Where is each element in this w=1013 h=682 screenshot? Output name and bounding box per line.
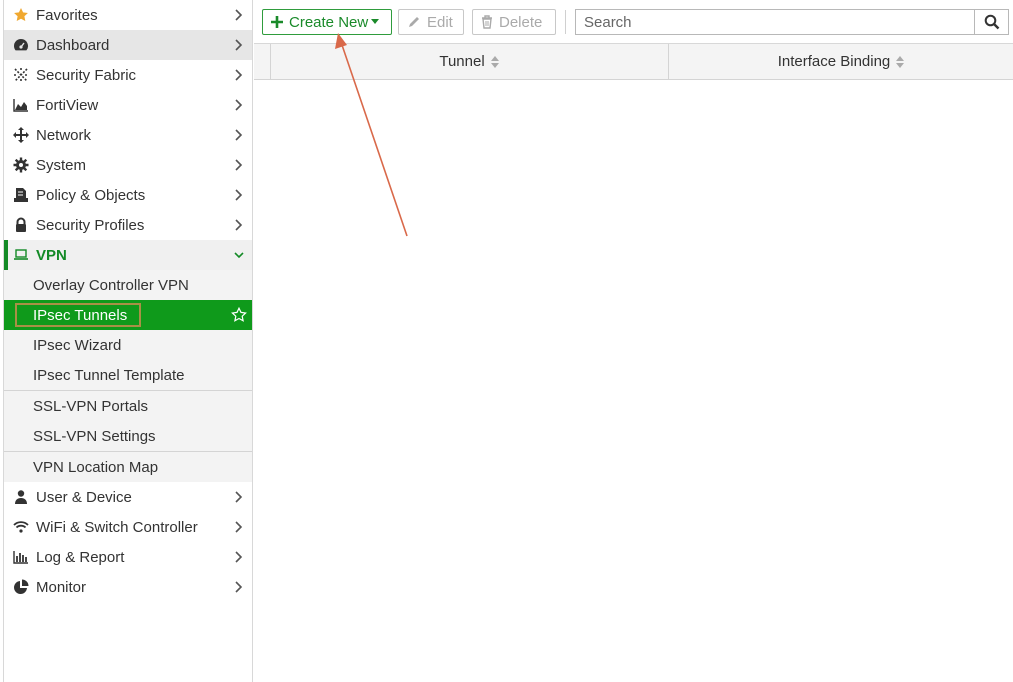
sidebar-subitem-label: VPN Location Map [33, 458, 159, 476]
sidebar-subitem-ssl-vpn-portals[interactable]: SSL-VPN Portals [4, 391, 252, 421]
lock-icon [12, 216, 30, 234]
column-header-interface-binding[interactable]: Interface Binding [670, 44, 1013, 79]
search-input[interactable] [576, 10, 974, 34]
sidebar-item-label: FortiView [36, 96, 99, 114]
dashboard-icon [12, 36, 30, 54]
sidebar-item-favorites[interactable]: Favorites [4, 0, 252, 30]
chevron-right-icon [235, 9, 243, 21]
sidebar-subitem-label: IPsec Tunnel Template [33, 366, 185, 384]
toolbar-divider [565, 10, 566, 34]
sidebar-subitem-label: SSL-VPN Settings [33, 427, 156, 445]
sidebar-subitem-ssl-vpn-settings[interactable]: SSL-VPN Settings [4, 421, 252, 451]
security-fabric-icon [12, 66, 30, 84]
sidebar-item-label: Dashboard [36, 36, 110, 54]
sidebar-subitem-vpn-location-map[interactable]: VPN Location Map [4, 452, 252, 482]
laptop-icon [12, 246, 30, 264]
sidebar-item-wifi-switch-controller[interactable]: WiFi & Switch Controller [4, 512, 252, 542]
sidebar-item-label: Security Fabric [36, 66, 137, 84]
column-header-label: Tunnel [439, 53, 485, 70]
sidebar-subitem-label: Overlay Controller VPN [33, 276, 189, 294]
sidebar-item-label: WiFi & Switch Controller [36, 518, 198, 536]
select-column-header[interactable] [254, 44, 271, 79]
gear-icon [12, 156, 30, 174]
network-arrows-icon [12, 126, 30, 144]
user-icon [12, 488, 30, 506]
chevron-right-icon [235, 69, 243, 81]
sidebar-item-security-profiles[interactable]: Security Profiles [4, 210, 252, 240]
wifi-icon [12, 518, 30, 536]
highlight-box [15, 303, 141, 327]
toolbar: Create New Edit Delete [254, 0, 1013, 44]
active-section-indicator [4, 240, 8, 270]
sidebar-item-label: User & Device [36, 488, 132, 506]
sidebar-subitem-overlay-controller-vpn[interactable]: Overlay Controller VPN [4, 270, 252, 300]
edit-label: Edit [427, 13, 453, 31]
sidebar-item-label: Policy & Objects [36, 186, 146, 204]
bar-chart-icon [12, 548, 30, 566]
chevron-right-icon [235, 129, 243, 141]
sidebar-item-monitor[interactable]: Monitor [4, 572, 252, 602]
sidebar-item-dashboard[interactable]: Dashboard [4, 30, 252, 60]
caret-down-icon [371, 19, 380, 25]
sidebar-subitem-ipsec-tunnels[interactable]: IPsec Tunnels [4, 300, 252, 330]
sidebar: Favorites Dashboard Security Fabric Fort… [3, 0, 253, 682]
chevron-right-icon [235, 99, 243, 111]
sidebar-item-security-fabric[interactable]: Security Fabric [4, 60, 252, 90]
chevron-right-icon [235, 39, 243, 51]
chevron-right-icon [235, 551, 243, 563]
sidebar-item-system[interactable]: System [4, 150, 252, 180]
sidebar-item-label: Network [36, 126, 92, 144]
sidebar-item-network[interactable]: Network [4, 120, 252, 150]
pencil-icon [407, 15, 421, 29]
chevron-right-icon [235, 491, 243, 503]
sidebar-subitem-label: SSL-VPN Portals [33, 397, 149, 415]
sidebar-item-fortiview[interactable]: FortiView [4, 90, 252, 120]
chevron-right-icon [235, 581, 243, 593]
sidebar-item-label: System [36, 156, 87, 174]
column-header-tunnel[interactable]: Tunnel [271, 44, 669, 79]
search-icon [984, 14, 999, 30]
sidebar-subitem-ipsec-wizard[interactable]: IPsec Wizard [4, 330, 252, 360]
sort-icon [490, 55, 500, 69]
chevron-right-icon [235, 521, 243, 533]
delete-label: Delete [499, 13, 543, 31]
area-chart-icon [12, 96, 30, 114]
trash-icon [481, 15, 493, 29]
sidebar-item-policy-objects[interactable]: Policy & Objects [4, 180, 252, 210]
sidebar-item-label: VPN [36, 246, 67, 264]
pie-chart-icon [12, 578, 30, 596]
table-header: Tunnel Interface Binding [254, 44, 1013, 80]
create-new-label: Create New [289, 13, 369, 31]
sidebar-item-label: Favorites [36, 6, 98, 24]
sidebar-subitem-ipsec-tunnel-template[interactable]: IPsec Tunnel Template [4, 360, 252, 390]
chevron-right-icon [235, 219, 243, 231]
favorite-star-icon[interactable] [231, 306, 247, 327]
sidebar-subitem-label: IPsec Wizard [33, 336, 122, 354]
sidebar-item-user-device[interactable]: User & Device [4, 482, 252, 512]
column-header-label: Interface Binding [777, 53, 891, 70]
search-button[interactable] [974, 10, 1008, 34]
sidebar-item-log-report[interactable]: Log & Report [4, 542, 252, 572]
policy-icon [12, 186, 30, 204]
delete-button[interactable]: Delete [472, 9, 556, 35]
sidebar-item-label: Log & Report [36, 548, 125, 566]
sidebar-item-vpn[interactable]: VPN [4, 240, 252, 270]
create-new-button[interactable]: Create New [262, 9, 392, 35]
chevron-right-icon [235, 189, 243, 201]
sort-icon [895, 55, 905, 69]
chevron-down-icon [234, 252, 244, 259]
search-box [575, 9, 1009, 35]
star-icon [12, 6, 30, 24]
plus-icon [271, 16, 283, 28]
sidebar-item-label: Monitor [36, 578, 87, 596]
sidebar-item-label: Security Profiles [36, 216, 145, 234]
edit-button[interactable]: Edit [398, 9, 464, 35]
chevron-right-icon [235, 159, 243, 171]
